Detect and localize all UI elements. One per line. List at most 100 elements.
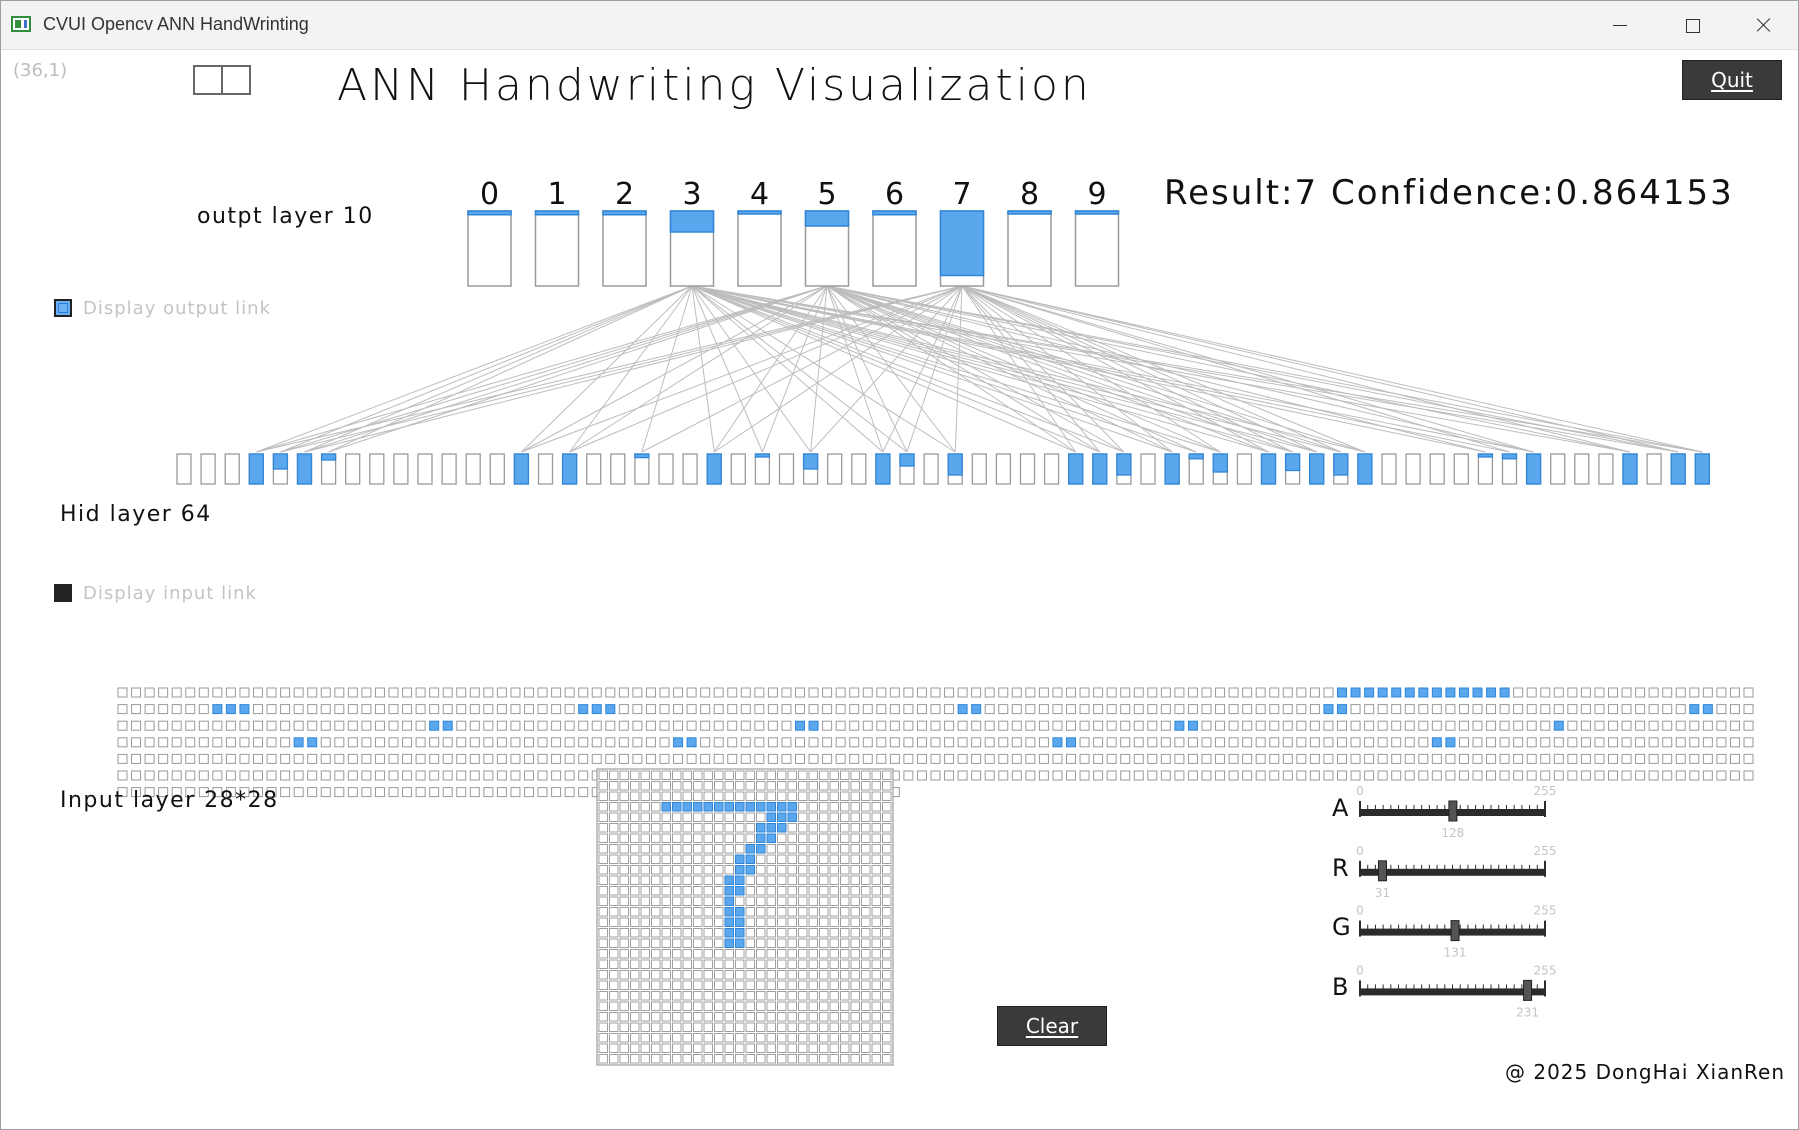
input-neuron <box>1621 737 1632 748</box>
input-neuron <box>1608 704 1618 715</box>
drawing-cell <box>703 1043 713 1053</box>
input-neuron <box>1580 770 1591 781</box>
minimize-button[interactable] <box>1597 9 1643 41</box>
drawing-cell <box>598 1033 608 1043</box>
slider-handle[interactable] <box>1448 800 1458 822</box>
input-neuron <box>1729 753 1740 764</box>
input-neuron <box>727 687 738 698</box>
display-output-link-checkbox[interactable] <box>54 299 72 317</box>
input-neuron <box>1580 704 1591 715</box>
drawing-cell <box>798 812 808 822</box>
drawing-cell <box>598 833 608 843</box>
input-neuron <box>754 737 765 748</box>
close-button[interactable] <box>1741 9 1787 41</box>
drawing-cell <box>787 833 797 843</box>
drawing-cell <box>871 875 881 885</box>
drawing-cell <box>609 770 619 780</box>
drawing-cell <box>714 791 724 801</box>
input-neuron <box>1025 770 1036 781</box>
clear-button[interactable]: Clear <box>997 1006 1107 1046</box>
drawing-cell <box>819 1001 829 1011</box>
quit-button[interactable]: Quit <box>1682 60 1782 100</box>
input-neuron <box>320 753 331 764</box>
input-neuron <box>1377 753 1388 764</box>
drawing-cell <box>840 865 850 875</box>
input-neuron <box>862 753 873 764</box>
drawing-cell <box>777 907 787 917</box>
layout-toggle-icon[interactable] <box>193 65 251 95</box>
input-neuron <box>1160 770 1171 781</box>
input-neuron <box>1594 753 1605 764</box>
input-neuron <box>795 704 805 715</box>
input-neuron <box>402 720 413 731</box>
drawing-cell <box>756 907 766 917</box>
drawing-cell <box>819 938 829 948</box>
display-input-link-checkbox[interactable] <box>54 584 72 602</box>
slider-handle[interactable] <box>1377 860 1387 882</box>
drawing-cell <box>640 938 650 948</box>
input-neuron <box>1187 687 1198 698</box>
slider-handle[interactable] <box>1523 979 1533 1001</box>
input-neuron <box>171 770 182 781</box>
drawing-cell <box>651 1043 661 1053</box>
output-link-line <box>691 285 908 453</box>
drawing-cell <box>724 928 734 938</box>
input-neuron <box>510 753 521 764</box>
input-neuron <box>131 770 142 781</box>
input-neuron <box>822 720 833 731</box>
input-neuron <box>456 787 467 798</box>
drawing-cell <box>609 1001 619 1011</box>
input-neuron <box>1120 770 1131 781</box>
drawing-cell <box>766 802 776 812</box>
input-neuron <box>1499 753 1510 764</box>
drawing-cell <box>735 844 745 854</box>
drawing-cell <box>640 791 650 801</box>
output-link-line <box>691 285 1534 453</box>
input-neuron <box>1052 770 1063 781</box>
drawing-cell <box>766 844 776 854</box>
input-neuron <box>253 704 263 715</box>
drawing-cell <box>819 865 829 875</box>
input-neuron <box>198 720 209 731</box>
input-neuron <box>1540 687 1551 698</box>
drawing-cell <box>829 865 839 875</box>
drawing-cell <box>808 896 818 906</box>
drawing-cell <box>735 980 745 990</box>
drawing-cell <box>766 949 776 959</box>
drawing-cell <box>756 970 766 980</box>
drawing-cell <box>630 812 640 822</box>
drawing-cell <box>651 886 661 896</box>
drawing-cell <box>703 886 713 896</box>
maximize-button[interactable] <box>1669 9 1715 41</box>
input-neuron <box>1580 687 1591 698</box>
input-neuron <box>1716 704 1727 715</box>
input-neuron <box>1472 687 1483 698</box>
input-neuron <box>1608 753 1618 764</box>
drawing-cell <box>693 770 703 780</box>
drawing-cell <box>661 991 671 1001</box>
hidden-neuron <box>1477 453 1494 485</box>
input-neuron <box>1391 770 1402 781</box>
input-neuron <box>144 720 155 731</box>
input-neuron <box>1052 720 1063 731</box>
drawing-cell <box>777 1001 787 1011</box>
slider-track <box>1360 988 1545 996</box>
input-neuron <box>469 704 480 715</box>
drawing-cell <box>798 1001 808 1011</box>
drawing-cell <box>850 875 860 885</box>
output-activation-fill <box>534 210 580 216</box>
drawing-cell <box>808 928 818 938</box>
drawing-cell <box>640 928 650 938</box>
input-neuron <box>1242 704 1253 715</box>
input-neuron <box>998 737 1009 748</box>
slider-handle[interactable] <box>1450 920 1460 942</box>
drawing-cell <box>598 907 608 917</box>
input-neuron <box>524 720 534 731</box>
input-neuron <box>212 770 223 781</box>
drawing-cell <box>871 1043 881 1053</box>
input-neuron <box>1228 770 1239 781</box>
drawing-cell <box>756 833 766 843</box>
output-digit-label: 0 <box>480 177 499 212</box>
drawing-cell <box>787 907 797 917</box>
drawing-grid[interactable] <box>596 768 894 1066</box>
